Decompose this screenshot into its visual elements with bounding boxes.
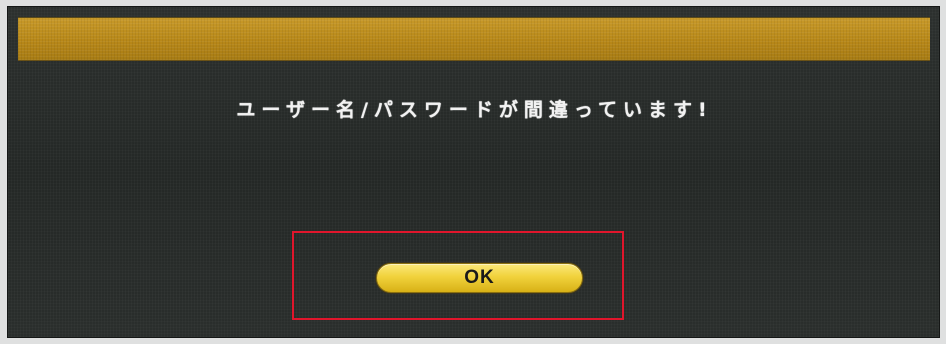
screen-frame: ユーザー名/パスワードが間違っています! OK xyxy=(0,0,946,344)
ok-button-label: OK xyxy=(464,267,495,288)
error-message: ユーザー名/パスワードが間違っています! xyxy=(236,99,713,121)
error-dialog: ユーザー名/パスワードが間違っています! OK xyxy=(7,6,940,338)
dialog-title-bar xyxy=(18,17,930,61)
ok-button[interactable]: OK xyxy=(376,263,583,293)
